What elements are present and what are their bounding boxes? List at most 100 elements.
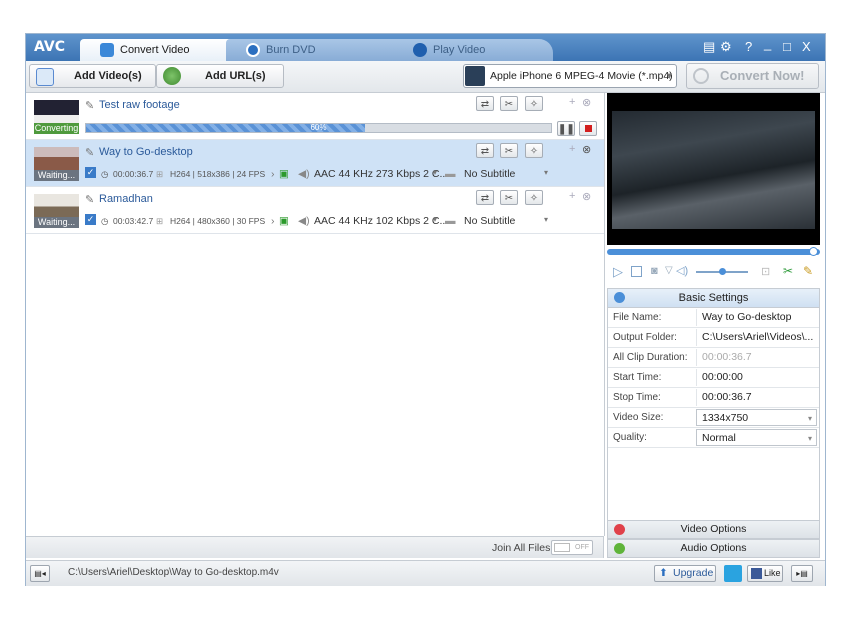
remove-icon[interactable]: ⊗ (582, 143, 591, 156)
add-url-button[interactable]: Add URL(s) (156, 64, 284, 88)
snapshot-icon[interactable]: ◙ (651, 265, 658, 277)
setting-label: Quality: (613, 432, 647, 443)
cut-button[interactable]: ✂ (500, 143, 518, 158)
tab-play-video[interactable]: Play Video (393, 39, 553, 61)
convert-label: Convert Now! (720, 68, 805, 83)
add-icon[interactable]: + (569, 143, 575, 155)
seek-handle[interactable] (809, 247, 818, 256)
video-options-bar[interactable]: Video Options (607, 520, 820, 539)
audio-dropdown-icon[interactable]: ▾ (433, 215, 437, 224)
subtitle-dropdown-icon[interactable]: ▾ (544, 215, 548, 224)
add-video-icon (36, 68, 54, 86)
include-checkbox[interactable]: ✓ (85, 214, 96, 225)
join-bar: Join All Files OFF (26, 536, 604, 558)
maximize-icon[interactable]: □ (783, 39, 791, 54)
player-mode-button[interactable]: ▸▤ (791, 565, 813, 582)
setting-label: Stop Time: (613, 392, 661, 403)
setting-row: All Clip Duration: 00:00:36.7 (608, 348, 819, 368)
subtitle-info[interactable]: No Subtitle (464, 215, 515, 227)
swap-button[interactable]: ⇄ (476, 143, 494, 158)
setting-row: Stop Time: 00:00:36.7 (608, 388, 819, 408)
add-icon[interactable]: + (569, 190, 575, 202)
facebook-icon (751, 568, 762, 579)
volume-icon[interactable]: ◁) (676, 264, 688, 277)
expand-icon[interactable]: › (271, 168, 275, 180)
setting-label: File Name: (613, 312, 662, 323)
list-item[interactable]: Waiting... ✎ Way to Go-desktop ⇄ ✂ ✧ + ⊗… (26, 140, 604, 187)
join-toggle[interactable]: OFF (551, 540, 593, 555)
setting-label: All Clip Duration: (613, 352, 688, 363)
gear-icon[interactable]: ⚙ (720, 39, 732, 55)
audio-info[interactable]: AAC 44 KHz 102 Kbps 2 C... (314, 215, 448, 227)
play-icon[interactable]: ▷ (613, 264, 623, 280)
stop-icon (584, 125, 592, 132)
output-folder-field[interactable]: C:\Users\Ariel\Videos\... (696, 329, 817, 346)
close-icon[interactable]: X (802, 39, 811, 54)
start-time-field[interactable]: 00:00:00 (696, 369, 817, 386)
stop-time-field[interactable]: 00:00:36.7 (696, 389, 817, 406)
minimize-icon[interactable]: _ (764, 36, 771, 51)
effects-button[interactable]: ✧ (525, 190, 543, 205)
audio-options-bar[interactable]: Audio Options (607, 539, 820, 558)
add-icon[interactable]: + (569, 96, 575, 108)
subtitle-info[interactable]: No Subtitle (464, 168, 515, 180)
basic-settings-header[interactable]: Basic Settings (608, 289, 819, 308)
include-checkbox[interactable]: ✓ (85, 167, 96, 178)
profile-label: Apple iPhone 6 MPEG-4 Movie (*.mp4) (490, 70, 673, 82)
video-size-select[interactable]: 1334x750 (696, 409, 817, 426)
file-name-field[interactable]: Way to Go-desktop (696, 309, 817, 326)
stop-button[interactable] (579, 121, 597, 136)
pause-button[interactable]: ❚❚ (557, 121, 575, 136)
clock-icon: ◷ (101, 169, 109, 179)
scissors-icon[interactable]: ✂ (783, 264, 793, 278)
quality-select[interactable]: Normal (696, 429, 817, 446)
upgrade-label: Upgrade (673, 567, 714, 579)
list-item[interactable]: Waiting... ✎ Ramadhan ⇄ ✂ ✧ + ⊗ ✓ ◷ 00:0… (26, 187, 604, 234)
edit-icon[interactable]: ✎ (85, 146, 94, 159)
video-thumbnail (34, 100, 79, 125)
convert-icon (693, 68, 709, 84)
add-url-label: Add URL(s) (205, 70, 266, 82)
swap-button[interactable]: ⇄ (476, 96, 494, 111)
audio-info[interactable]: AAC 44 KHz 273 Kbps 2 C... (314, 168, 448, 180)
remove-icon[interactable]: ⊗ (582, 96, 591, 109)
app-logo: AVC (34, 39, 65, 55)
swap-button[interactable]: ⇄ (476, 190, 494, 205)
expand-icon[interactable]: › (271, 215, 275, 227)
frame-icon[interactable] (631, 266, 642, 277)
menu-icon[interactable]: ▤ (703, 39, 715, 55)
player-controls: ▷ ◙ ▽ ◁) ⊡ ✂ ✎ (607, 262, 820, 282)
output-profile-select[interactable]: Apple iPhone 6 MPEG-4 Movie (*.mp4) ▾ (463, 64, 677, 88)
crop-icon[interactable]: ⊡ (761, 265, 770, 278)
audio-dropdown-icon[interactable]: ▾ (433, 168, 437, 177)
basic-settings-panel: Basic Settings File Name: Way to Go-desk… (607, 288, 820, 558)
setting-label: Video Size: (613, 412, 664, 423)
effects-button[interactable]: ✧ (525, 96, 543, 111)
add-video-button[interactable]: Add Video(s) (29, 64, 156, 88)
film-icon: ⊞ (156, 216, 164, 226)
cut-button[interactable]: ✂ (500, 190, 518, 205)
audio-track-icon: ▣ (279, 168, 289, 180)
help-icon[interactable]: ? (745, 39, 752, 54)
upgrade-button[interactable]: ⬆ Upgrade (654, 565, 716, 582)
remove-icon[interactable]: ⊗ (582, 190, 591, 203)
video-thumbnail (34, 194, 79, 219)
chevron-down-icon[interactable]: ▽ (665, 265, 673, 276)
progress-bar: 60% (85, 123, 552, 133)
list-item[interactable]: Converting ✎ Test raw footage ⇄ ✂ ✧ + ⊗ … (26, 93, 604, 140)
seek-bar[interactable] (607, 247, 820, 256)
convert-now-button[interactable]: Convert Now! (686, 63, 819, 89)
tab-burn-dvd[interactable]: Burn DVD (226, 39, 411, 61)
facebook-like-button[interactable]: Like (747, 565, 783, 582)
status-badge: Converting (34, 123, 79, 134)
panel-toggle-button[interactable]: ▤◂ (30, 565, 50, 582)
effects-button[interactable]: ✧ (525, 143, 543, 158)
edit-icon[interactable]: ✎ (85, 99, 94, 112)
subtitle-dropdown-icon[interactable]: ▾ (544, 168, 548, 177)
wrench-icon[interactable]: ✎ (803, 264, 813, 278)
volume-knob[interactable] (719, 268, 726, 275)
output-path: C:\Users\Ariel\Desktop\Way to Go-desktop… (68, 567, 279, 578)
twitter-button[interactable] (724, 565, 742, 582)
cut-button[interactable]: ✂ (500, 96, 518, 111)
edit-icon[interactable]: ✎ (85, 193, 94, 206)
